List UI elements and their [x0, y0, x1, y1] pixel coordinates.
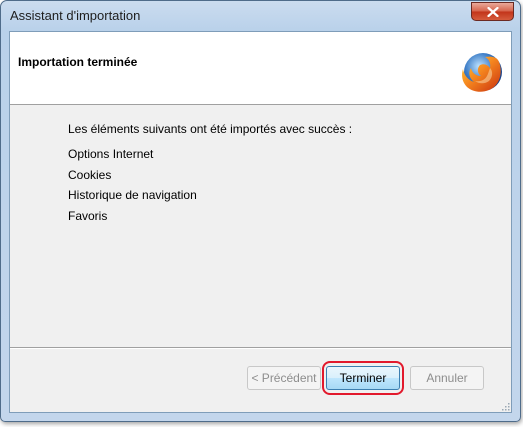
previous-button[interactable]: < Précédent [247, 366, 321, 390]
intro-text: Les éléments suivants ont été importés a… [68, 122, 353, 136]
title-bar[interactable]: Assistant d'importation [1, 1, 520, 31]
firefox-logo-icon [462, 53, 502, 92]
close-icon [486, 6, 499, 17]
wizard-client-area: Importation terminée Les éléments suivan… [9, 31, 512, 413]
finish-button[interactable]: Terminer [326, 366, 400, 390]
close-button[interactable] [471, 2, 514, 21]
cancel-button[interactable]: Annuler [410, 366, 484, 390]
import-wizard-window: Assistant d'importation Importation term… [0, 0, 521, 422]
button-separator [10, 347, 511, 349]
list-item: Options Internet [68, 147, 154, 161]
list-item: Historique de navigation [68, 188, 197, 202]
wizard-header: Importation terminée [10, 32, 511, 105]
resize-grip-icon[interactable] [500, 401, 510, 411]
window-title: Assistant d'importation [10, 8, 141, 23]
list-item: Cookies [68, 167, 112, 182]
list-item: Favoris [68, 208, 108, 223]
imported-items-list: Options Internet Cookies Historique de n… [68, 144, 352, 226]
wizard-content: Les éléments suivants ont été importés a… [68, 122, 352, 226]
page-title: Importation terminée [18, 55, 138, 69]
